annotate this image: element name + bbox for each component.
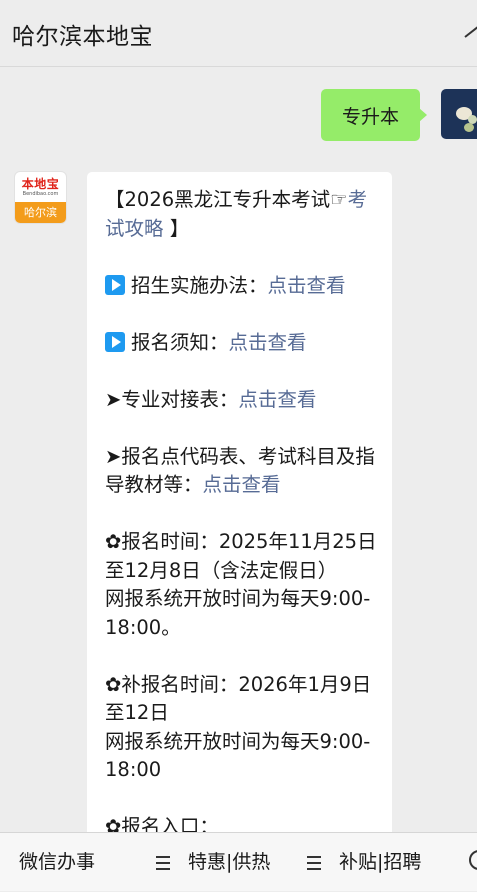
menu-list-icon	[307, 856, 321, 874]
menu-list-icon	[156, 856, 170, 874]
major-mapping-label: ➤专业对接表：	[105, 387, 239, 411]
incoming-message: 【2026黑龙江专升本考试☞考试攻略 】 招生实施办法：点击查看 报名须知：点击…	[87, 172, 392, 872]
menu-item-label: 微信办事	[19, 851, 96, 873]
logo-city: 哈尔滨	[15, 202, 66, 223]
registration-system-hours: 网报系统开放时间为每天9:00-18:00。	[105, 587, 371, 639]
chat-header: 哈尔滨本地宝	[0, 0, 477, 67]
title-end: 】	[163, 216, 190, 240]
major-mapping-link[interactable]: 点击查看	[238, 388, 316, 411]
flower-decoration	[464, 123, 474, 132]
registration-notice-line: 报名须知：点击查看	[105, 329, 377, 358]
message-title: 【2026黑龙江专升本考试☞考试攻略 】	[105, 186, 377, 243]
major-mapping-line: ➤专业对接表：点击查看	[105, 386, 377, 415]
enrollment-rules-link[interactable]: 点击查看	[268, 274, 346, 297]
menu-item-subsidy[interactable]: 补贴|招聘	[339, 833, 421, 892]
menu-item-label: 补贴|招聘	[339, 851, 422, 873]
exam-codes-link[interactable]: 点击查看	[203, 473, 281, 496]
play-icon	[105, 274, 125, 295]
enrollment-rules-label: 招生实施办法：	[131, 273, 268, 297]
bottom-menu: 微信办事 特惠|供热 补贴|招聘	[0, 832, 477, 891]
supplementary-time: ✿补报名时间：2026年1月9日至12日	[105, 672, 372, 725]
logo-url: Bendibao.com	[22, 191, 59, 197]
menu-item-services[interactable]: 微信办事	[19, 833, 95, 892]
chat-title: 哈尔滨本地宝	[12, 24, 153, 50]
keyboard-icon[interactable]	[469, 850, 477, 870]
outgoing-message[interactable]: 专升本	[321, 89, 427, 141]
registration-notice-label: 报名须知：	[131, 330, 229, 354]
exam-codes-line: ➤报名点代码表、考试科目及指导教材等：点击查看	[105, 443, 377, 500]
menu-item-label: 特惠|供热	[188, 851, 271, 873]
bendibao-avatar[interactable]: 本地宝 Bendibao.com 哈尔滨	[15, 172, 66, 223]
logo-text: 本地宝	[21, 177, 60, 191]
user-avatar[interactable]	[441, 89, 477, 139]
menu-item-deals[interactable]: 特惠|供热	[188, 833, 270, 892]
title-text: 【2026黑龙江专升本考试☞	[105, 188, 348, 211]
registration-time: ✿报名时间：2025年11月25日至12月8日（含法定假日）	[105, 530, 377, 582]
registration-notice-link[interactable]: 点击查看	[229, 331, 307, 354]
enrollment-rules-line: 招生实施办法：点击查看	[105, 272, 377, 301]
supplementary-system-hours: 网报系统开放时间为每天9:00-18:00	[105, 729, 371, 782]
message-body: 【2026黑龙江专升本考试☞考试攻略 】 招生实施办法：点击查看 报名须知：点击…	[105, 186, 377, 842]
more-icon[interactable]	[463, 22, 477, 46]
play-icon	[105, 331, 125, 352]
outgoing-message-text: 专升本	[341, 105, 399, 128]
